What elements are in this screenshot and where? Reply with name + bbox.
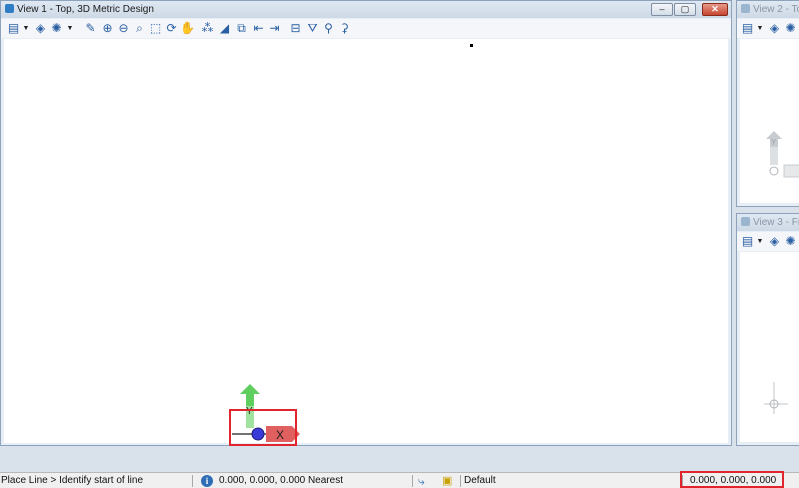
view2-axis-triad: Y (766, 131, 799, 178)
view2-toolbar: ▤ ▼ ◈ ✺ (737, 19, 799, 38)
view2-canvas[interactable]: Y (740, 39, 799, 203)
view-attributes-dropdown-icon[interactable]: ▼ (756, 20, 764, 36)
render-icon[interactable]: ✺ (49, 20, 64, 36)
axis-highlight-box (229, 409, 297, 446)
rotate-view-icon[interactable]: ⟳ (164, 20, 179, 36)
view1-canvas[interactable]: X Y (4, 39, 728, 446)
close-button[interactable]: ✕ (702, 3, 728, 16)
fence-clip-icon[interactable]: ⚳ (337, 20, 352, 36)
window-area-icon[interactable]: ⌕ (132, 20, 147, 36)
clip-mask-icon[interactable]: ⛛ (305, 20, 320, 36)
zoom-out-icon[interactable]: ⊖ (116, 20, 131, 36)
status-prompt: Place Line > Identify start of line (1, 475, 144, 486)
view-window-icon (741, 217, 750, 226)
view3-window[interactable]: View 3 - Fro ▤ ▼ ◈ ✺ (736, 213, 799, 446)
cursor-point (470, 44, 473, 47)
active-level: Default (464, 475, 496, 486)
origin-marker (769, 166, 779, 176)
coordinates-highlight-box (680, 471, 784, 488)
status-divider (412, 475, 413, 487)
coordinate-readout: 0.000, 0.000, 0.000 Nearest (219, 475, 343, 486)
display-style-icon[interactable]: ◈ (33, 20, 48, 36)
fit-view-icon[interactable]: ⬚ (148, 20, 163, 36)
view-attributes-dropdown-icon[interactable]: ▼ (22, 20, 30, 36)
y-axis-shaft (770, 147, 778, 165)
view2-window[interactable]: View 2 - To ▤ ▼ ◈ ✺ Y (736, 0, 799, 207)
snap-mode-icon[interactable]: ⤷ (418, 473, 432, 488)
view2-title: View 2 - To (753, 4, 799, 15)
view1-titlebar[interactable]: View 1 - Top, 3D Metric Design (1, 1, 731, 18)
view3-canvas[interactable] (740, 252, 799, 442)
zoom-in-icon[interactable]: ⊕ (100, 20, 115, 36)
info-icon: i (201, 475, 213, 487)
message-center-icon[interactable]: i (201, 473, 215, 488)
lock-icon[interactable]: ▣ (442, 473, 456, 488)
view-settings-icon[interactable]: ⧉ (234, 20, 249, 36)
clip-volume-icon[interactable]: ⊟ (288, 20, 303, 36)
update-view-icon[interactable]: ✎ (83, 20, 98, 36)
status-divider (192, 475, 193, 487)
display-style-icon[interactable]: ◈ (767, 233, 782, 249)
view-attributes-icon[interactable]: ▤ (740, 20, 755, 36)
fence-icon[interactable]: ⚲ (321, 20, 336, 36)
walk-icon[interactable]: ⁂ (200, 20, 215, 36)
minimize-button[interactable]: – (651, 3, 673, 16)
status-divider (460, 475, 461, 487)
view-previous-icon[interactable]: ⇤ (251, 20, 266, 36)
render-icon[interactable]: ✺ (783, 233, 798, 249)
view3-titlebar[interactable]: View 3 - Fro (737, 214, 799, 231)
camera-icon[interactable]: ◢ (217, 20, 232, 36)
view3-toolbar: ▤ ▼ ◈ ✺ (737, 232, 799, 251)
view3-axis-triad (764, 382, 788, 414)
y-axis-arrow (240, 384, 260, 406)
view-attributes-dropdown-icon[interactable]: ▼ (756, 233, 764, 249)
view3-title: View 3 - Fro (753, 217, 799, 228)
view-attributes-icon[interactable]: ▤ (740, 233, 755, 249)
view-window-icon (5, 4, 14, 13)
view-attributes-icon[interactable]: ▤ (6, 20, 21, 36)
y-axis-label: Y (771, 138, 777, 147)
view1-title: View 1 - Top, 3D Metric Design (17, 4, 154, 15)
x-axis-arrow (783, 164, 799, 178)
display-style-dropdown-icon[interactable]: ▼ (66, 20, 74, 36)
view1-window[interactable]: View 1 - Top, 3D Metric Design – ▢ ✕ ▤ ▼… (0, 0, 732, 446)
view1-toolbar: ▤ ▼ ◈ ✺ ▼ ✎ ⊕ ⊖ ⌕ ⬚ ⟳ ✋ ⁂ ◢ ⧉ ⇤ ⇥ ⊟ ⛛ ⚲ … (1, 19, 731, 38)
view-next-icon[interactable]: ⇥ (267, 20, 282, 36)
display-style-icon[interactable]: ◈ (767, 20, 782, 36)
view2-titlebar[interactable]: View 2 - To (737, 1, 799, 18)
pan-view-icon[interactable]: ✋ (180, 20, 195, 36)
maximize-button[interactable]: ▢ (674, 3, 696, 16)
view-window-icon (741, 4, 750, 13)
render-icon[interactable]: ✺ (783, 20, 798, 36)
